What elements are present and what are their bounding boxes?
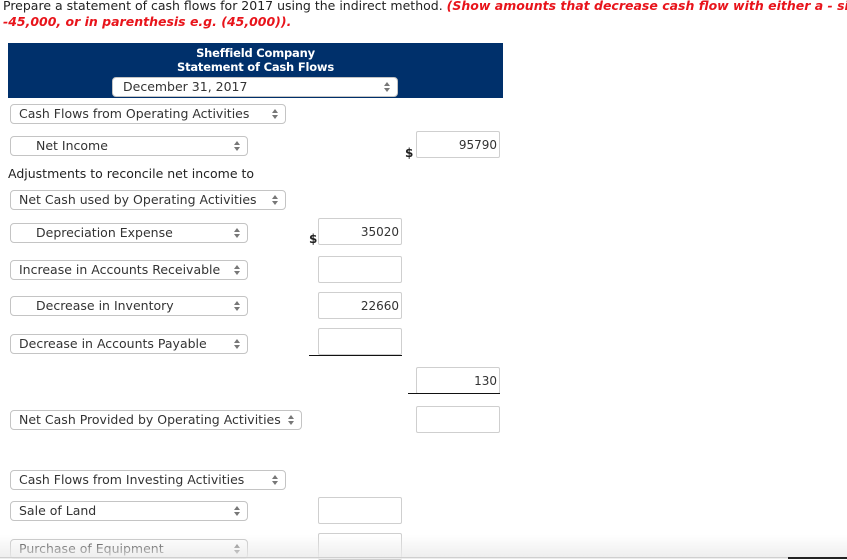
- select-arrows-icon: [272, 474, 279, 486]
- depreciation-select-value: Depreciation Expense: [36, 225, 173, 240]
- select-arrows-icon: [234, 300, 241, 312]
- adjustments-label: Adjustments to reconcile net income to: [8, 166, 255, 181]
- net-cash-provided-select[interactable]: Net Cash Provided by Operating Activitie…: [10, 410, 302, 430]
- investing-activities-select[interactable]: Cash Flows from Investing Activities: [10, 470, 286, 490]
- net-cash-used-select[interactable]: Net Cash used by Operating Activities: [10, 190, 286, 210]
- total-rule: [408, 393, 500, 394]
- date-select-value: December 31, 2017: [123, 79, 248, 94]
- statement-header: Sheffield Company Statement of Cash Flow…: [8, 43, 503, 98]
- net-cash-used-select-value: Net Cash used by Operating Activities: [19, 192, 257, 207]
- inventory-amount-input[interactable]: [318, 292, 402, 319]
- inventory-select[interactable]: Decrease in Inventory: [10, 296, 248, 316]
- operating-activities-select[interactable]: Cash Flows from Operating Activities: [10, 104, 286, 124]
- select-arrows-icon: [234, 264, 241, 276]
- instructions-emphasis-2: -45,000, or in parenthesis e.g. (45,000)…: [3, 14, 292, 29]
- select-arrows-icon: [272, 108, 279, 120]
- depreciation-amount-input[interactable]: [318, 218, 402, 245]
- select-arrows-icon: [234, 227, 241, 239]
- accounts-payable-select[interactable]: Decrease in Accounts Payable: [10, 334, 248, 354]
- adjustments-total-input[interactable]: [416, 367, 500, 394]
- sale-of-land-select-value: Sale of Land: [19, 503, 97, 518]
- select-arrows-icon: [272, 194, 279, 206]
- bottom-divider: [0, 557, 790, 558]
- select-arrows-icon: [234, 505, 241, 517]
- date-select[interactable]: December 31, 2017: [112, 77, 398, 97]
- accounts-receivable-amount-input[interactable]: [318, 256, 402, 283]
- accounts-payable-select-value: Decrease in Accounts Payable: [19, 336, 207, 351]
- sale-of-land-select[interactable]: Sale of Land: [10, 501, 248, 521]
- accounts-receivable-select[interactable]: Increase in Accounts Receivable: [10, 260, 248, 280]
- dollar-sign: $: [309, 232, 318, 246]
- select-arrows-icon: [288, 414, 295, 426]
- operating-activities-select-value: Cash Flows from Operating Activities: [19, 106, 250, 121]
- net-income-amount-input[interactable]: [416, 131, 500, 158]
- instructions-emphasis: (Show amounts that decrease cash flow wi…: [446, 0, 847, 13]
- select-arrows-icon: [384, 81, 391, 93]
- net-income-select[interactable]: Net Income: [10, 136, 248, 156]
- investing-activities-select-value: Cash Flows from Investing Activities: [19, 472, 245, 487]
- instructions: Prepare a statement of cash flows for 20…: [3, 0, 847, 30]
- depreciation-select[interactable]: Depreciation Expense: [10, 223, 248, 243]
- bottom-fade: [0, 535, 847, 559]
- select-arrows-icon: [234, 140, 241, 152]
- inventory-select-value: Decrease in Inventory: [36, 298, 174, 313]
- net-cash-provided-select-value: Net Cash Provided by Operating Activitie…: [19, 412, 281, 427]
- net-cash-provided-amount-input[interactable]: [416, 406, 500, 433]
- sale-of-land-amount-input[interactable]: [318, 497, 402, 524]
- select-arrows-icon: [234, 338, 241, 350]
- accounts-payable-amount-input[interactable]: [318, 328, 402, 355]
- accounts-receivable-select-value: Increase in Accounts Receivable: [19, 262, 221, 277]
- company-name: Sheffield Company: [196, 46, 315, 60]
- net-income-select-value: Net Income: [36, 138, 108, 153]
- subtotal-rule: [309, 355, 402, 356]
- statement-title: Statement of Cash Flows: [176, 60, 335, 74]
- dollar-sign: $: [405, 146, 414, 160]
- instructions-text: Prepare a statement of cash flows for 20…: [3, 0, 447, 13]
